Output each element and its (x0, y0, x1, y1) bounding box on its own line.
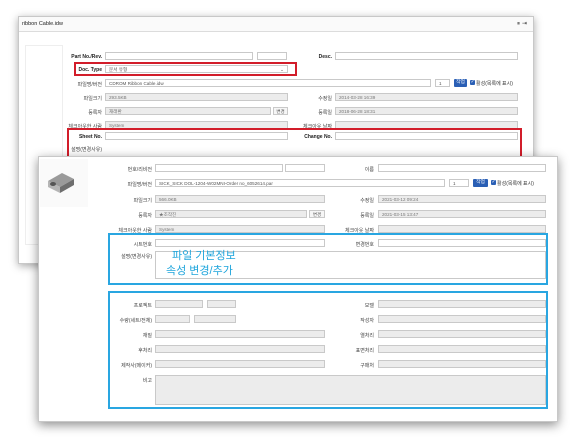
back-registered-label: 등록일 (318, 110, 332, 116)
front-file-size-field: 566.0KB (155, 195, 325, 203)
front-project-field-1[interactable] (155, 300, 203, 308)
back-modified-label: 수정일 (318, 96, 332, 102)
back-registrant-label: 등록자 (88, 110, 102, 116)
back-dialog-title: ribbon Cable.idw (22, 21, 63, 27)
front-registrant-field: ★조작진 (155, 210, 307, 218)
front-remarks-label: 비고 (142, 378, 152, 384)
front-remarks-field[interactable] (155, 375, 546, 405)
close-icon[interactable]: ⇥ (522, 21, 529, 27)
back-registrant-field: 재래환 (105, 107, 271, 115)
front-checkout-user-value: System (159, 227, 175, 232)
front-checkout-user-field: System (155, 225, 325, 233)
front-file-size-value: 566.0KB (159, 197, 177, 202)
annotation-line-1: 파일 기본정보 (172, 250, 236, 262)
doc-type-highlight (74, 62, 297, 76)
back-part-no-label: Part No./Rev. (71, 54, 102, 60)
front-heat-treatment-field[interactable] (378, 330, 546, 338)
front-file-name-field[interactable]: SICK_SICK DOL-1204-W02MNI-Order no_60526… (155, 179, 445, 187)
front-surface-treatment-field[interactable] (378, 345, 546, 353)
back-change-button[interactable]: 변경 (273, 107, 288, 115)
front-modified-label: 수정일 (360, 198, 374, 204)
front-heat-treatment-label: 열처리 (360, 333, 374, 339)
front-post-processing-label: 후처리 (138, 348, 152, 354)
front-purchaser-label: 구매처 (360, 363, 374, 369)
back-registered-value: 2018-06-28 18:31 (339, 109, 376, 114)
back-active-checkbox[interactable] (470, 79, 475, 85)
front-surface-treatment-label: 표면처리 (355, 348, 374, 354)
front-material-label: 재질 (142, 333, 152, 339)
back-version-field[interactable]: 1 (435, 79, 450, 87)
back-file-rev-label: 파일명/버전 (77, 82, 102, 88)
back-file-name-field[interactable]: CDROM Ribbon Cable.idw (105, 79, 431, 87)
back-modified-value: 2014-03-28 16:39 (339, 95, 376, 100)
front-change-button[interactable]: 변경 (309, 210, 325, 218)
front-version-value: 1 (453, 181, 456, 186)
front-post-processing-field[interactable] (155, 345, 325, 353)
annotation-line-2: 속성 변경/추가 (166, 265, 233, 277)
back-work-button[interactable]: 작업 (454, 79, 467, 87)
back-desc-field[interactable] (335, 52, 518, 60)
front-quantity-label: 수량(세트/전체) (119, 318, 152, 324)
front-change-no-label: 변경번호 (355, 242, 374, 248)
front-modified-field: 2021-03-12 09:24 (378, 195, 546, 203)
front-revision-field[interactable] (285, 164, 325, 172)
front-checkout-date-field (378, 225, 546, 233)
front-modified-value: 2021-03-12 09:24 (382, 197, 419, 202)
front-name-field[interactable] (378, 164, 546, 172)
back-change-no-label: Change No. (304, 134, 332, 140)
back-modified-field: 2014-03-28 16:39 (335, 93, 518, 101)
front-description-label: 설명(변경사유) (121, 254, 152, 260)
back-active-label: 활성(목록에 표시) (476, 81, 513, 87)
back-file-size-value: 293.5KB (109, 95, 127, 100)
front-active-label: 활성(목록에 표시) (497, 181, 534, 187)
front-file-name-value: SICK_SICK DOL-1204-W02MNI-Order no_60526… (159, 181, 273, 186)
front-registrant-value: ★조작진 (159, 212, 177, 217)
front-author-field[interactable] (378, 315, 546, 323)
front-number-field[interactable] (155, 164, 283, 172)
titlebar-icons: ⏸⇥ (517, 20, 529, 28)
front-model-label: 모델 (364, 303, 374, 309)
front-registered-label: 등록일 (360, 213, 374, 219)
back-file-size-field: 293.5KB (105, 93, 288, 101)
front-quantity-set-field[interactable] (155, 315, 190, 323)
back-change-no-field[interactable] (335, 132, 518, 140)
front-maker-label: 제작사(메이커) (121, 363, 152, 369)
back-sheet-no-field[interactable] (105, 132, 288, 140)
front-sheet-no-field[interactable] (155, 239, 325, 247)
front-registrant-label: 등록자 (138, 213, 152, 219)
front-file-size-label: 파일크기 (133, 198, 152, 204)
front-file-rev-label: 파일명/버전 (127, 182, 152, 188)
front-model-field[interactable] (378, 300, 546, 308)
front-purchaser-field[interactable] (378, 360, 546, 368)
back-registrant-value: 재래환 (109, 109, 122, 114)
back-description-label: 설명(변경사유) (71, 147, 102, 153)
front-version-field[interactable]: 1 (449, 179, 469, 187)
front-project-field-2[interactable] (207, 300, 236, 308)
front-maker-field[interactable] (155, 360, 325, 368)
back-registered-field: 2018-06-28 18:31 (335, 107, 518, 115)
back-desc-label: Desc. (318, 54, 332, 60)
back-file-name-value: CDROM Ribbon Cable.idw (109, 81, 164, 86)
front-material-field[interactable] (155, 330, 325, 338)
back-dialog-titlebar: ribbon Cable.idw ⏸⇥ (19, 17, 533, 32)
front-author-label: 작성자 (360, 318, 374, 324)
front-active-checkbox[interactable] (491, 179, 496, 185)
back-file-size-label: 파일크기 (83, 96, 102, 102)
connector-part-icon (48, 173, 74, 193)
back-sheet-no-label: Sheet No. (78, 134, 102, 140)
front-sheet-no-label: 시트번호 (133, 242, 152, 248)
front-registered-value: 2021-03-15 13:47 (382, 212, 419, 217)
front-number-rev-label: 번호/리비전 (127, 167, 152, 173)
front-quantity-total-field[interactable] (194, 315, 236, 323)
front-work-button[interactable]: 작업 (473, 179, 488, 187)
front-name-label: 이름 (364, 167, 374, 173)
front-file-thumbnail (40, 159, 88, 207)
back-revision-field[interactable] (257, 52, 287, 60)
front-change-no-field[interactable] (378, 239, 546, 247)
back-version-value: 1 (439, 81, 442, 86)
back-part-no-field[interactable] (105, 52, 253, 60)
front-registered-field: 2021-03-15 13:47 (378, 210, 546, 218)
front-project-label: 프로젝트 (133, 303, 152, 309)
